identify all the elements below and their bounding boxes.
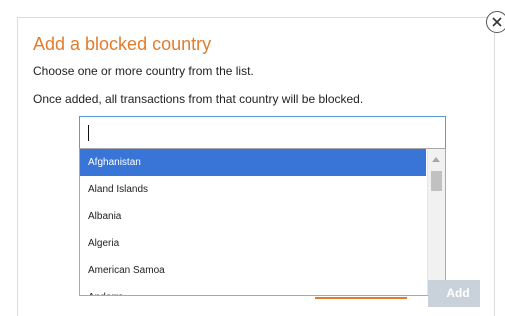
dialog-instruction: Choose one or more country from the list… <box>33 64 254 78</box>
country-option[interactable]: Andorra <box>80 284 426 295</box>
country-option[interactable]: Afghanistan <box>80 149 426 176</box>
country-option[interactable]: American Samoa <box>80 257 426 284</box>
country-option[interactable]: Albania <box>80 203 426 230</box>
dialog-title: Add a blocked country <box>33 34 212 54</box>
close-button[interactable] <box>486 11 505 33</box>
scroll-thumb[interactable] <box>431 171 442 191</box>
country-dropdown-list[interactable]: Afghanistan Aland Islands Albania Algeria Am… <box>79 148 446 296</box>
text-caret <box>88 125 89 141</box>
country-search-input[interactable] <box>79 116 446 149</box>
scroll-up-arrow-icon[interactable] <box>432 157 440 162</box>
country-option[interactable]: Aland Islands <box>80 176 426 203</box>
page: Add a blocked country Choose one or more… <box>0 0 505 316</box>
cancel-button[interactable] <box>315 297 407 299</box>
country-options: Afghanistan Aland Islands Albania Algeria Am… <box>80 149 426 295</box>
dialog-warning: Once added, all transactions from that c… <box>33 92 364 106</box>
add-button[interactable]: Add <box>428 280 480 307</box>
dropdown-scrollbar[interactable] <box>427 149 445 295</box>
country-option[interactable]: Algeria <box>80 230 426 257</box>
close-icon <box>492 17 502 27</box>
